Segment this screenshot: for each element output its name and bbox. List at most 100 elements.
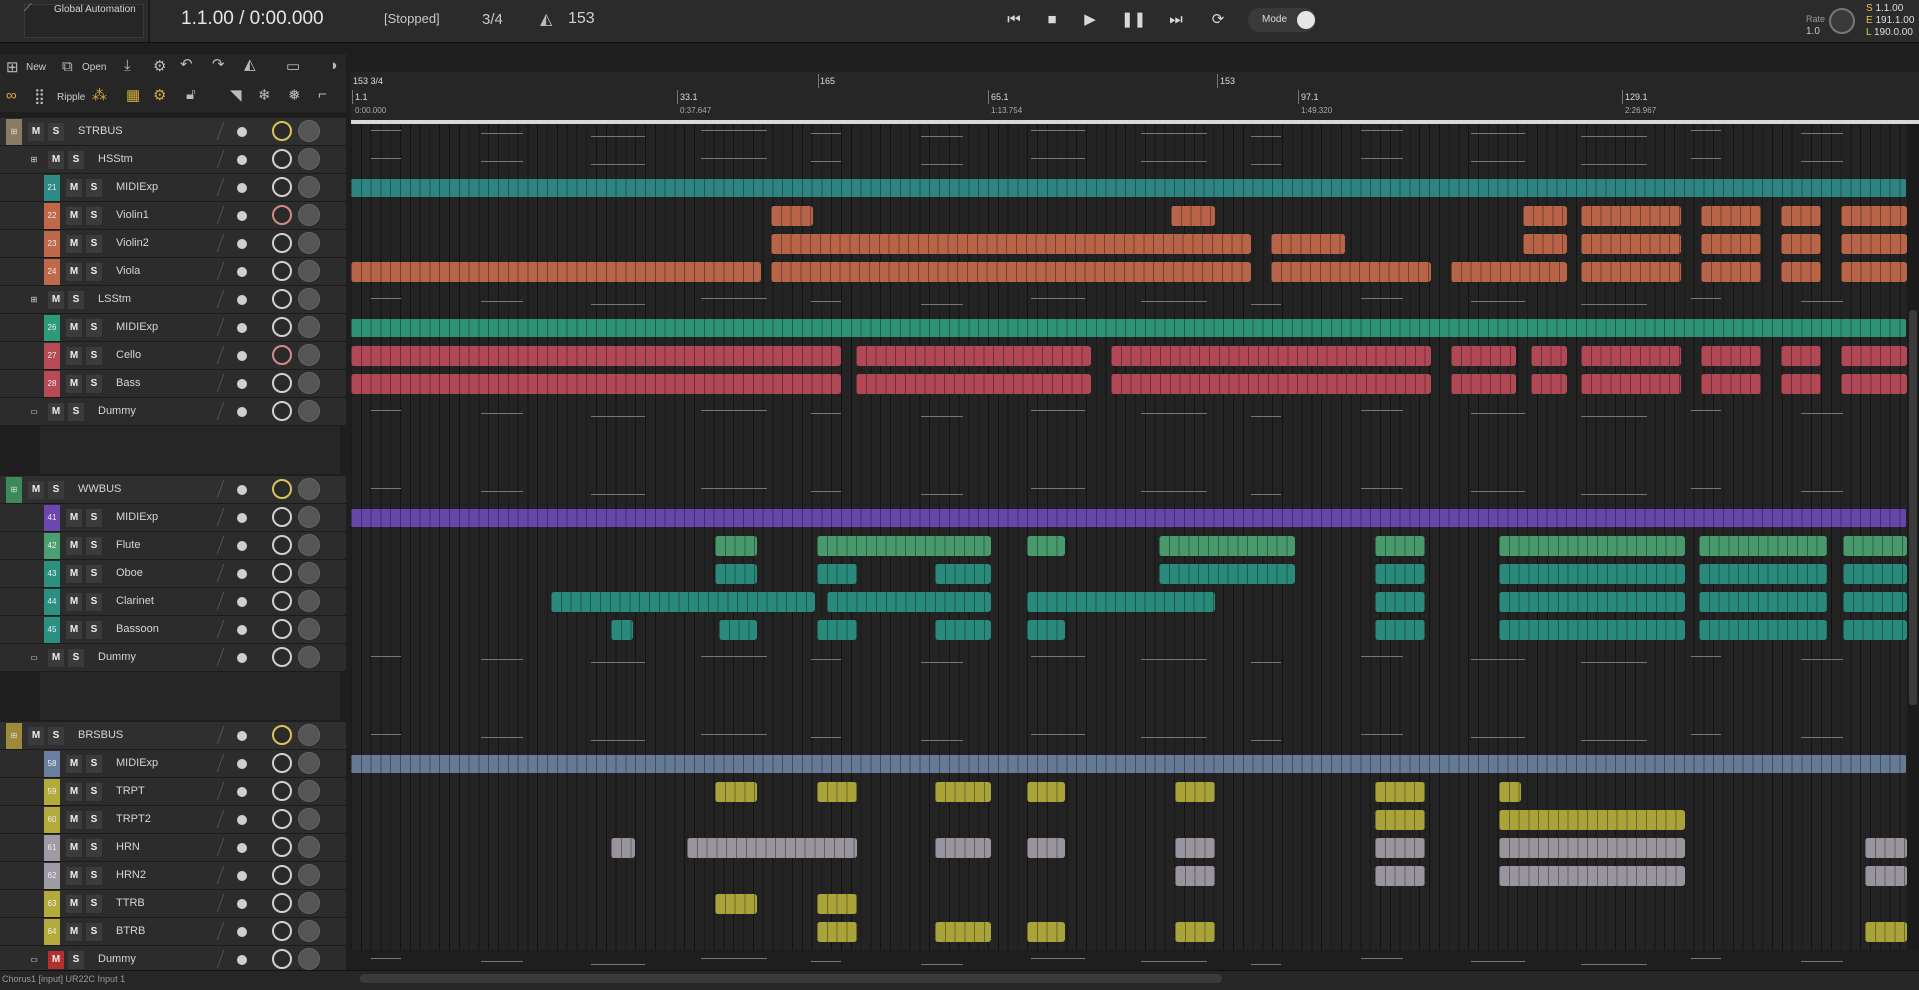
record-arm-button[interactable] [237,127,247,137]
midi-clip[interactable] [771,234,1251,254]
midi-clip[interactable] [1841,234,1907,254]
track-name[interactable]: Dummy [98,953,136,965]
mute-button[interactable]: M [48,403,64,421]
solo-button[interactable]: S [86,839,102,857]
lane-t45[interactable] [351,616,1907,644]
midi-clip[interactable] [771,206,813,226]
solo-button[interactable]: S [86,755,102,773]
record-arm-button[interactable] [237,155,247,165]
loop-end[interactable]: E 191.1.00 [1866,15,1914,26]
midi-clip[interactable] [1159,536,1295,556]
volume-knob[interactable] [272,563,292,583]
midi-clip[interactable] [817,620,857,640]
fader-handle[interactable] [216,536,239,554]
midi-clip[interactable] [351,262,761,282]
mute-button[interactable]: M [48,649,64,667]
record-arm-button[interactable] [237,927,247,937]
pan-knob[interactable] [298,204,320,226]
record-arm-button[interactable] [237,871,247,881]
track-header-t24[interactable]: 24 M S Viola [0,258,346,286]
lane-t43[interactable] [351,560,1907,588]
new-icon[interactable]: ⊞ [6,58,19,76]
track-name[interactable]: Violin1 [116,209,149,221]
midi-clip[interactable] [1499,592,1685,612]
record-arm-button[interactable] [237,513,247,523]
record-arm-button[interactable] [237,843,247,853]
midi-clip[interactable] [715,894,757,914]
track-header-t60[interactable]: 60 M S TRPT2 [0,806,346,834]
grid-icon[interactable]: ▦ [126,86,140,104]
midi-clip[interactable] [1865,838,1907,858]
record-arm-button[interactable] [237,211,247,221]
track-header-t28[interactable]: 28 M S Bass [0,370,346,398]
midi-clip[interactable] [1523,234,1567,254]
record-arm-button[interactable] [237,323,247,333]
stem-folder-icon[interactable]: ⊞ [26,287,42,313]
midi-clip[interactable] [1841,374,1907,394]
track-name[interactable]: Dummy [98,405,136,417]
lane-lsstm[interactable] [351,286,1907,314]
mute-button[interactable]: M [48,151,64,169]
track-name[interactable]: LSStm [98,293,131,305]
mute-button[interactable]: M [66,347,82,365]
solo-button[interactable]: S [68,649,84,667]
solo-button[interactable]: S [86,347,102,365]
fader-handle[interactable] [216,648,239,666]
track-name[interactable]: HRN [116,841,140,853]
mute-button[interactable]: M [28,123,44,141]
fader-handle[interactable] [216,262,239,280]
pan-knob[interactable] [298,920,320,942]
volume-knob[interactable] [272,753,292,773]
settings-icon[interactable]: ⚙ [153,57,166,75]
track-name[interactable]: TTRB [116,897,145,909]
solo-button[interactable]: S [86,565,102,583]
midi-clip[interactable] [1175,782,1215,802]
midi-clip[interactable] [1375,536,1425,556]
midi-clip[interactable] [856,374,1091,394]
record-arm-button[interactable] [237,569,247,579]
tempo-marker[interactable]: 165 [820,76,835,86]
time-signature[interactable]: 3/4 [482,11,503,28]
fader-handle[interactable] [216,592,239,610]
fader-handle[interactable] [216,480,239,498]
lane-t61[interactable] [351,834,1907,862]
midi-clip[interactable] [1171,206,1215,226]
pan-knob[interactable] [298,316,320,338]
fader-handle[interactable] [216,178,239,196]
vertical-scroll-thumb[interactable] [1909,310,1917,705]
midi-clip[interactable] [1375,838,1425,858]
midi-clip[interactable] [1451,374,1516,394]
lane-dummy1[interactable] [351,398,1907,426]
record-arm-button[interactable] [237,625,247,635]
lane-t21[interactable] [351,174,1907,202]
midi-clip[interactable] [1175,922,1215,942]
play-button[interactable]: ▶ [1078,8,1102,32]
pan-knob[interactable] [298,232,320,254]
lane-brsbus[interactable] [351,722,1907,750]
volume-knob[interactable] [272,289,292,309]
loop-button[interactable]: ⟳ [1206,8,1230,32]
track-name[interactable]: MIDIExp [116,181,158,193]
mute-button[interactable]: M [66,839,82,857]
pan-knob[interactable] [298,478,320,500]
mute-button[interactable]: M [66,867,82,885]
mute-button[interactable]: M [66,509,82,527]
solo-button[interactable]: S [48,481,64,499]
track-name[interactable]: TRPT [116,785,145,797]
midi-clip[interactable] [351,319,1906,337]
midi-clip[interactable] [1781,346,1821,366]
stem-folder-icon[interactable]: ⊞ [26,147,42,173]
track-header-t62[interactable]: 62 M S HRN2 [0,862,346,890]
track-header-strbus[interactable]: ⊞ M S STRBUS [0,118,346,146]
open-icon[interactable]: ⧉ [62,58,73,75]
volume-knob[interactable] [272,893,292,913]
midi-clip[interactable] [1581,206,1681,226]
midi-clip[interactable] [1843,620,1907,640]
bus-folder-icon[interactable]: ⊞ [6,477,22,503]
save-icon[interactable]: ⤓ [124,57,131,74]
record-arm-button[interactable] [237,653,247,663]
pause-button[interactable]: ❚❚ [1121,8,1146,32]
metronome-icon[interactable]: ◭ [540,9,552,29]
midi-clip[interactable] [1499,564,1685,584]
mute-button[interactable]: M [66,263,82,281]
